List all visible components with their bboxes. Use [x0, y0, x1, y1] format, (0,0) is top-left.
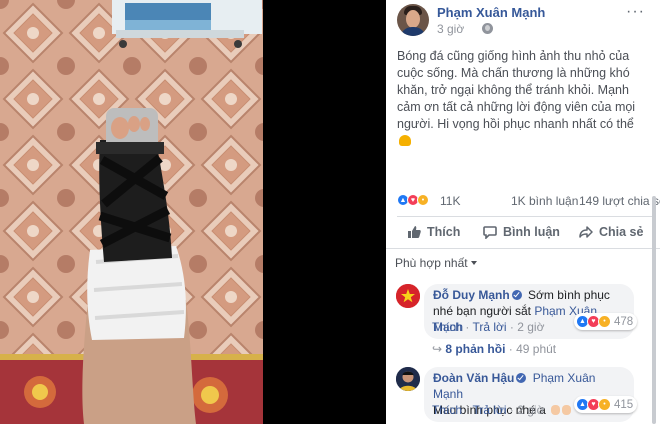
comment-button[interactable]: Bình luận [483, 220, 560, 244]
caret-down-icon [470, 261, 477, 265]
share-icon [579, 226, 593, 238]
reactions-count[interactable]: 11K [440, 194, 460, 208]
divider [397, 216, 653, 217]
comment-reactions[interactable]: ▲ ♥ • 415 [574, 396, 638, 413]
thumbs-up-icon [408, 226, 421, 238]
commenter-name[interactable]: Đoàn Văn Hậu [433, 371, 514, 385]
comment-reactions[interactable]: ▲ ♥ • 478 [574, 313, 638, 330]
sad-icon[interactable]: • [417, 194, 429, 206]
comment-meta: Thích · Trả lời · 2 giờ [432, 320, 545, 334]
post-text: Bóng đá cũng giống hình ảnh thu nhỏ của … [397, 49, 636, 131]
author-avatar[interactable] [397, 4, 429, 36]
comment-reaction-count: 415 [614, 398, 634, 411]
flexed-biceps-emoji-icon [399, 135, 411, 146]
sort-label: Phù hợp nhất [395, 256, 468, 270]
post-timestamp[interactable]: 3 giờ [437, 22, 464, 36]
post-actions: Thích Bình luận Chia sẻ [397, 220, 653, 244]
comment-like-link[interactable]: Thích [432, 403, 462, 417]
scrollbar[interactable] [652, 196, 656, 424]
like-button-label: Thích [427, 225, 461, 239]
comment-button-label: Bình luận [503, 225, 560, 239]
person-avatar-image [396, 367, 420, 391]
post-stats: ▲ ♥ • 11K 1K bình luận 149 lượt chia sẻ [397, 194, 660, 210]
reply-arrow-icon: ↪ [432, 342, 443, 356]
post-photo[interactable] [0, 0, 263, 424]
comment-time[interactable]: 2 giờ [517, 403, 544, 417]
comment-icon [483, 226, 497, 239]
divider [386, 248, 660, 249]
comment-meta: Thích · Trả lời · 2 giờ [432, 403, 545, 417]
more-options-icon[interactable]: ··· [626, 3, 645, 21]
foot-in-brace-image [0, 0, 263, 424]
screenshot-root: Phạm Xuân Mạnh 3 giờ ··· Bóng đá cũng gi… [0, 0, 660, 424]
verified-badge-icon [516, 373, 527, 383]
comment-reply-link[interactable]: Trả lời [472, 403, 506, 417]
haha-icon: • [598, 315, 611, 328]
share-button-label: Chia sẻ [599, 225, 644, 239]
commenter-name[interactable]: Đỗ Duy Mạnh [433, 288, 510, 302]
comments-count[interactable]: 1K bình luận [511, 194, 578, 208]
view-replies-link[interactable]: ↪ 8 phản hồi · 49 phút [432, 342, 556, 356]
verified-badge-icon [511, 290, 522, 300]
clapping-hands-emoji-icon [551, 405, 561, 415]
author-name[interactable]: Phạm Xuân Mạnh [437, 5, 545, 20]
share-button[interactable]: Chia sẻ [579, 220, 643, 244]
clapping-hands-emoji-icon [562, 405, 572, 415]
commenter-avatar[interactable] [396, 284, 420, 308]
like-button[interactable]: Thích [407, 220, 460, 244]
replies-time: 49 phút [516, 342, 557, 356]
comment-reply-link[interactable]: Trả lời [472, 320, 506, 334]
post-text-block: Bóng đá cũng giống hình ảnh thu nhỏ của … [397, 48, 647, 150]
comment-like-link[interactable]: Thích [432, 320, 462, 334]
commenter-avatar[interactable] [396, 367, 420, 391]
post-header: Phạm Xuân Mạnh 3 giờ ··· [397, 3, 657, 38]
globe-icon [482, 23, 493, 34]
comment-time[interactable]: 2 giờ [517, 320, 544, 334]
post-sidebar: Phạm Xuân Mạnh 3 giờ ··· Bóng đá cũng gi… [386, 0, 660, 424]
comment-sort-dropdown[interactable]: Phù hợp nhất [395, 256, 477, 270]
comment-reaction-count: 478 [614, 315, 634, 328]
haha-icon: • [598, 398, 611, 411]
flag-avatar-image [396, 284, 420, 308]
image-viewer-backdrop [263, 0, 386, 424]
replies-count: 8 phản hồi [445, 342, 506, 356]
shares-count[interactable]: 149 lượt chia sẻ [579, 194, 660, 208]
